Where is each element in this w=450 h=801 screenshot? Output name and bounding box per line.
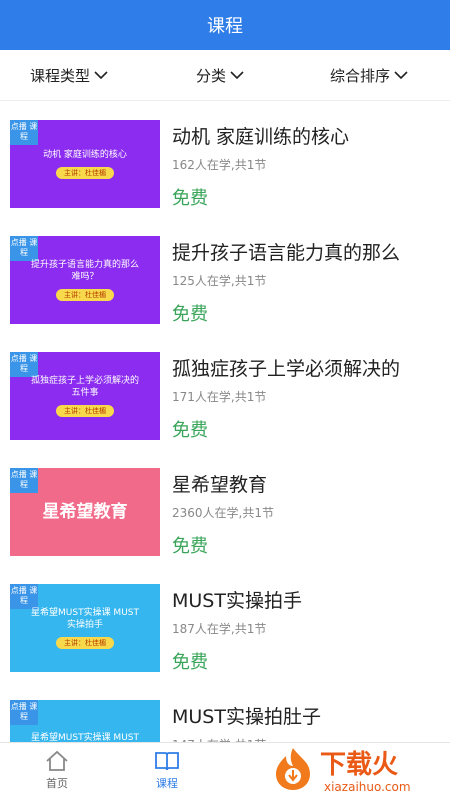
watermark-url: xiazaihuo.com	[324, 780, 411, 794]
course-thumbnail: 点播 课程 孤独症孩子上学必须解决的五件事 主讲：杜佳楣	[10, 352, 160, 440]
course-title: MUST实操拍手	[172, 590, 302, 612]
flame-logo-icon	[276, 748, 310, 790]
course-title: 提升孩子语言能力真的那么	[172, 242, 401, 264]
course-title: MUST实操拍肚子	[172, 706, 321, 728]
filter-label: 分类	[196, 66, 227, 85]
course-item[interactable]: 点播 课程 提升孩子语言能力真的那么难吗？ 主讲：杜佳楣 提升孩子语言能力真的那…	[0, 220, 450, 336]
course-item[interactable]: 点播 课程 孤独症孩子上学必须解决的五件事 主讲：杜佳楣 孤独症孩子上学必须解决…	[0, 336, 450, 452]
thumbnail-text: 星希望教育	[42, 502, 128, 522]
chevron-down-icon	[394, 70, 408, 80]
course-price: 免费	[172, 536, 208, 557]
app-header: 课程	[0, 0, 450, 50]
watermark-text: 下载火	[320, 750, 399, 780]
course-thumbnail: 点播 课程 星希望教育	[10, 468, 160, 556]
course-item[interactable]: 点播 课程 星希望教育 星希望教育 2360人在学,共1节 免费	[0, 452, 450, 568]
filter-label: 综合排序	[330, 66, 391, 85]
filter-label: 课程类型	[30, 66, 91, 85]
thumbnail-card: 星希望MUST实操课 MUST实操拍手 主讲：杜佳楣	[30, 602, 140, 654]
thumbnail-text: 提升孩子语言能力真的那么难吗？	[30, 260, 139, 282]
filter-sort[interactable]: 综合排序	[330, 50, 408, 100]
course-item[interactable]: 点播 课程 星希望MUST实操课 MUST实操拍手 主讲：杜佳楣 MUST实操拍…	[0, 568, 450, 684]
course-price: 免费	[172, 304, 208, 325]
tab-courses[interactable]: 课程	[132, 743, 202, 801]
book-icon	[132, 743, 202, 773]
course-price: 免费	[172, 188, 208, 209]
course-meta: 162人在学,共1节	[172, 158, 267, 172]
course-thumbnail: 点播 课程 动机 家庭训练的核心 主讲：杜佳楣	[10, 120, 160, 208]
course-meta: 125人在学,共1节	[172, 274, 267, 288]
thumbnail-lecturer: 主讲：杜佳楣	[56, 289, 114, 301]
course-meta: 171人在学,共1节	[172, 390, 267, 404]
tab-label: 课程	[156, 777, 178, 790]
course-price: 免费	[172, 652, 208, 673]
filter-course-type[interactable]: 课程类型	[30, 50, 108, 100]
course-price: 免费	[172, 420, 208, 441]
thumbnail-text: 星希望MUST实操课 MUST实操拍手	[31, 608, 139, 630]
course-thumbnail: 点播 课程 提升孩子语言能力真的那么难吗？ 主讲：杜佳楣	[10, 236, 160, 324]
thumbnail-card: 星希望教育	[30, 486, 140, 538]
watermark: 下载火 xiazaihuo.com	[240, 740, 450, 800]
course-item[interactable]: 点播 课程 动机 家庭训练的核心 主讲：杜佳楣 动机 家庭训练的核心 162人在…	[0, 104, 450, 220]
page-title: 课程	[207, 16, 243, 37]
course-title: 动机 家庭训练的核心	[172, 126, 350, 148]
thumbnail-lecturer: 主讲：杜佳楣	[56, 405, 114, 417]
filter-bar: 课程类型 分类 综合排序	[0, 50, 450, 101]
tab-home[interactable]: 首页	[22, 743, 92, 801]
home-icon	[22, 743, 92, 773]
course-meta: 2360人在学,共1节	[172, 506, 274, 520]
thumbnail-text: 动机 家庭训练的核心	[43, 150, 127, 160]
course-thumbnail: 点播 课程 星希望MUST实操课 MUST实操拍手 主讲：杜佳楣	[10, 584, 160, 672]
tab-label: 首页	[46, 777, 68, 790]
course-title: 星希望教育	[172, 474, 268, 496]
thumbnail-card: 孤独症孩子上学必须解决的五件事 主讲：杜佳楣	[30, 370, 140, 422]
thumbnail-lecturer: 主讲：杜佳楣	[56, 167, 114, 179]
course-meta: 187人在学,共1节	[172, 622, 267, 636]
chevron-down-icon	[94, 70, 108, 80]
filter-category[interactable]: 分类	[196, 50, 244, 100]
thumbnail-lecturer: 主讲：杜佳楣	[56, 637, 114, 649]
course-title: 孤独症孩子上学必须解决的	[172, 358, 401, 380]
thumbnail-text: 孤独症孩子上学必须解决的五件事	[30, 376, 139, 398]
thumbnail-card: 提升孩子语言能力真的那么难吗？ 主讲：杜佳楣	[30, 254, 140, 306]
thumbnail-card: 动机 家庭训练的核心 主讲：杜佳楣	[30, 138, 140, 190]
chevron-down-icon	[230, 70, 244, 80]
